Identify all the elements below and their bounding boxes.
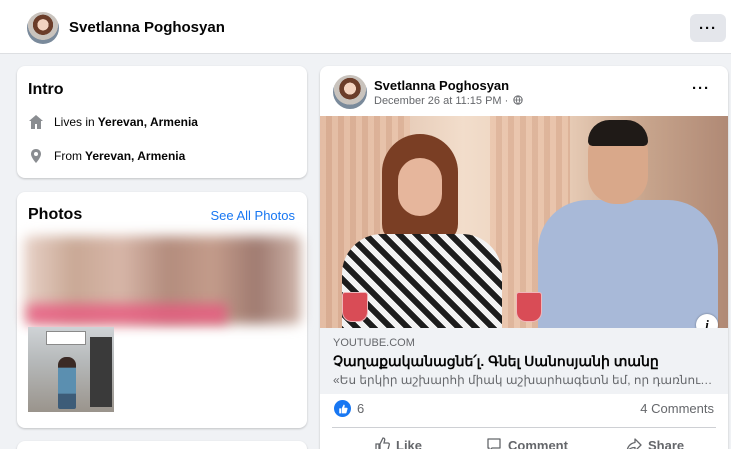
post-video-thumbnail[interactable] — [320, 116, 728, 328]
photo-sign — [46, 331, 86, 345]
post-date-text: December 26 at 11:15 PM · — [374, 95, 509, 107]
link-preview[interactable]: YOUTUBE.COM Չաղաքականացնե՛լ. Գնել Սանոսյ… — [320, 328, 728, 394]
like-label: Like — [396, 437, 423, 449]
photo-person — [58, 357, 76, 409]
photos-title: Photos — [28, 206, 83, 223]
profile-name[interactable]: Svetlanna Poghosyan — [69, 19, 225, 36]
like-reaction-icon — [334, 400, 351, 417]
profile-more-button[interactable]: ··· — [690, 14, 726, 42]
profile-header: Svetlanna Poghosyan ··· — [0, 0, 731, 54]
comment-label: Comment — [508, 437, 568, 449]
action-divider — [332, 427, 716, 428]
comments-count[interactable]: 4 Comments — [640, 401, 714, 416]
share-icon — [626, 438, 642, 449]
post-author-name[interactable]: Svetlanna Poghosyan — [374, 78, 509, 93]
intro-title: Intro — [28, 81, 64, 98]
lives-in-prefix: Lives in — [54, 115, 95, 129]
link-title: Չաղաքականացնե՛լ. Գնել Սանոսյանի տանը — [333, 353, 659, 369]
post-more-button[interactable]: ··· — [692, 80, 710, 97]
comment-icon — [487, 438, 501, 449]
location-pin-icon — [31, 149, 41, 163]
photo-blurred-overlay — [27, 304, 227, 324]
photo-door — [90, 337, 112, 407]
man-hair — [588, 120, 648, 146]
see-all-photos-link[interactable]: See All Photos — [210, 208, 295, 223]
post-timestamp[interactable]: December 26 at 11:15 PM · — [374, 95, 524, 107]
lives-in-row: Lives in Yerevan, Armenia — [28, 114, 198, 130]
woman-face — [398, 158, 442, 216]
post-author-avatar[interactable] — [333, 75, 367, 109]
man-shirt — [538, 200, 718, 328]
reaction-count: 6 — [357, 401, 365, 416]
lives-in-place[interactable]: Yerevan, Armenia — [98, 115, 198, 129]
link-domain: YOUTUBE.COM — [333, 337, 415, 349]
wine-glass-right — [516, 292, 542, 322]
home-icon — [29, 115, 43, 129]
reaction-summary[interactable]: 6 — [334, 400, 364, 417]
man-figure — [528, 116, 718, 328]
from-prefix: From — [54, 149, 82, 163]
globe-icon — [513, 95, 524, 105]
link-description: «Ես երկիր աշխարհի միակ աշխարհագետն եմ, ո… — [333, 373, 718, 387]
comment-button[interactable]: Comment — [486, 434, 568, 449]
wine-glass-left — [342, 292, 368, 322]
photo-thumbnail[interactable] — [28, 327, 114, 412]
share-button[interactable]: Share — [626, 434, 684, 449]
intro-card: Intro Lives in Yerevan, Armenia From Yer… — [17, 66, 307, 178]
profile-avatar[interactable] — [27, 12, 59, 44]
share-label: Share — [648, 437, 685, 449]
from-place[interactable]: Yerevan, Armenia — [85, 149, 185, 163]
like-button[interactable]: Like — [374, 434, 422, 449]
post-card: Svetlanna Poghosyan December 26 at 11:15… — [320, 66, 728, 449]
next-card — [17, 441, 307, 449]
from-row: From Yerevan, Armenia — [28, 148, 185, 164]
photos-card: Photos See All Photos — [17, 192, 307, 428]
thumbs-up-icon — [375, 437, 390, 449]
